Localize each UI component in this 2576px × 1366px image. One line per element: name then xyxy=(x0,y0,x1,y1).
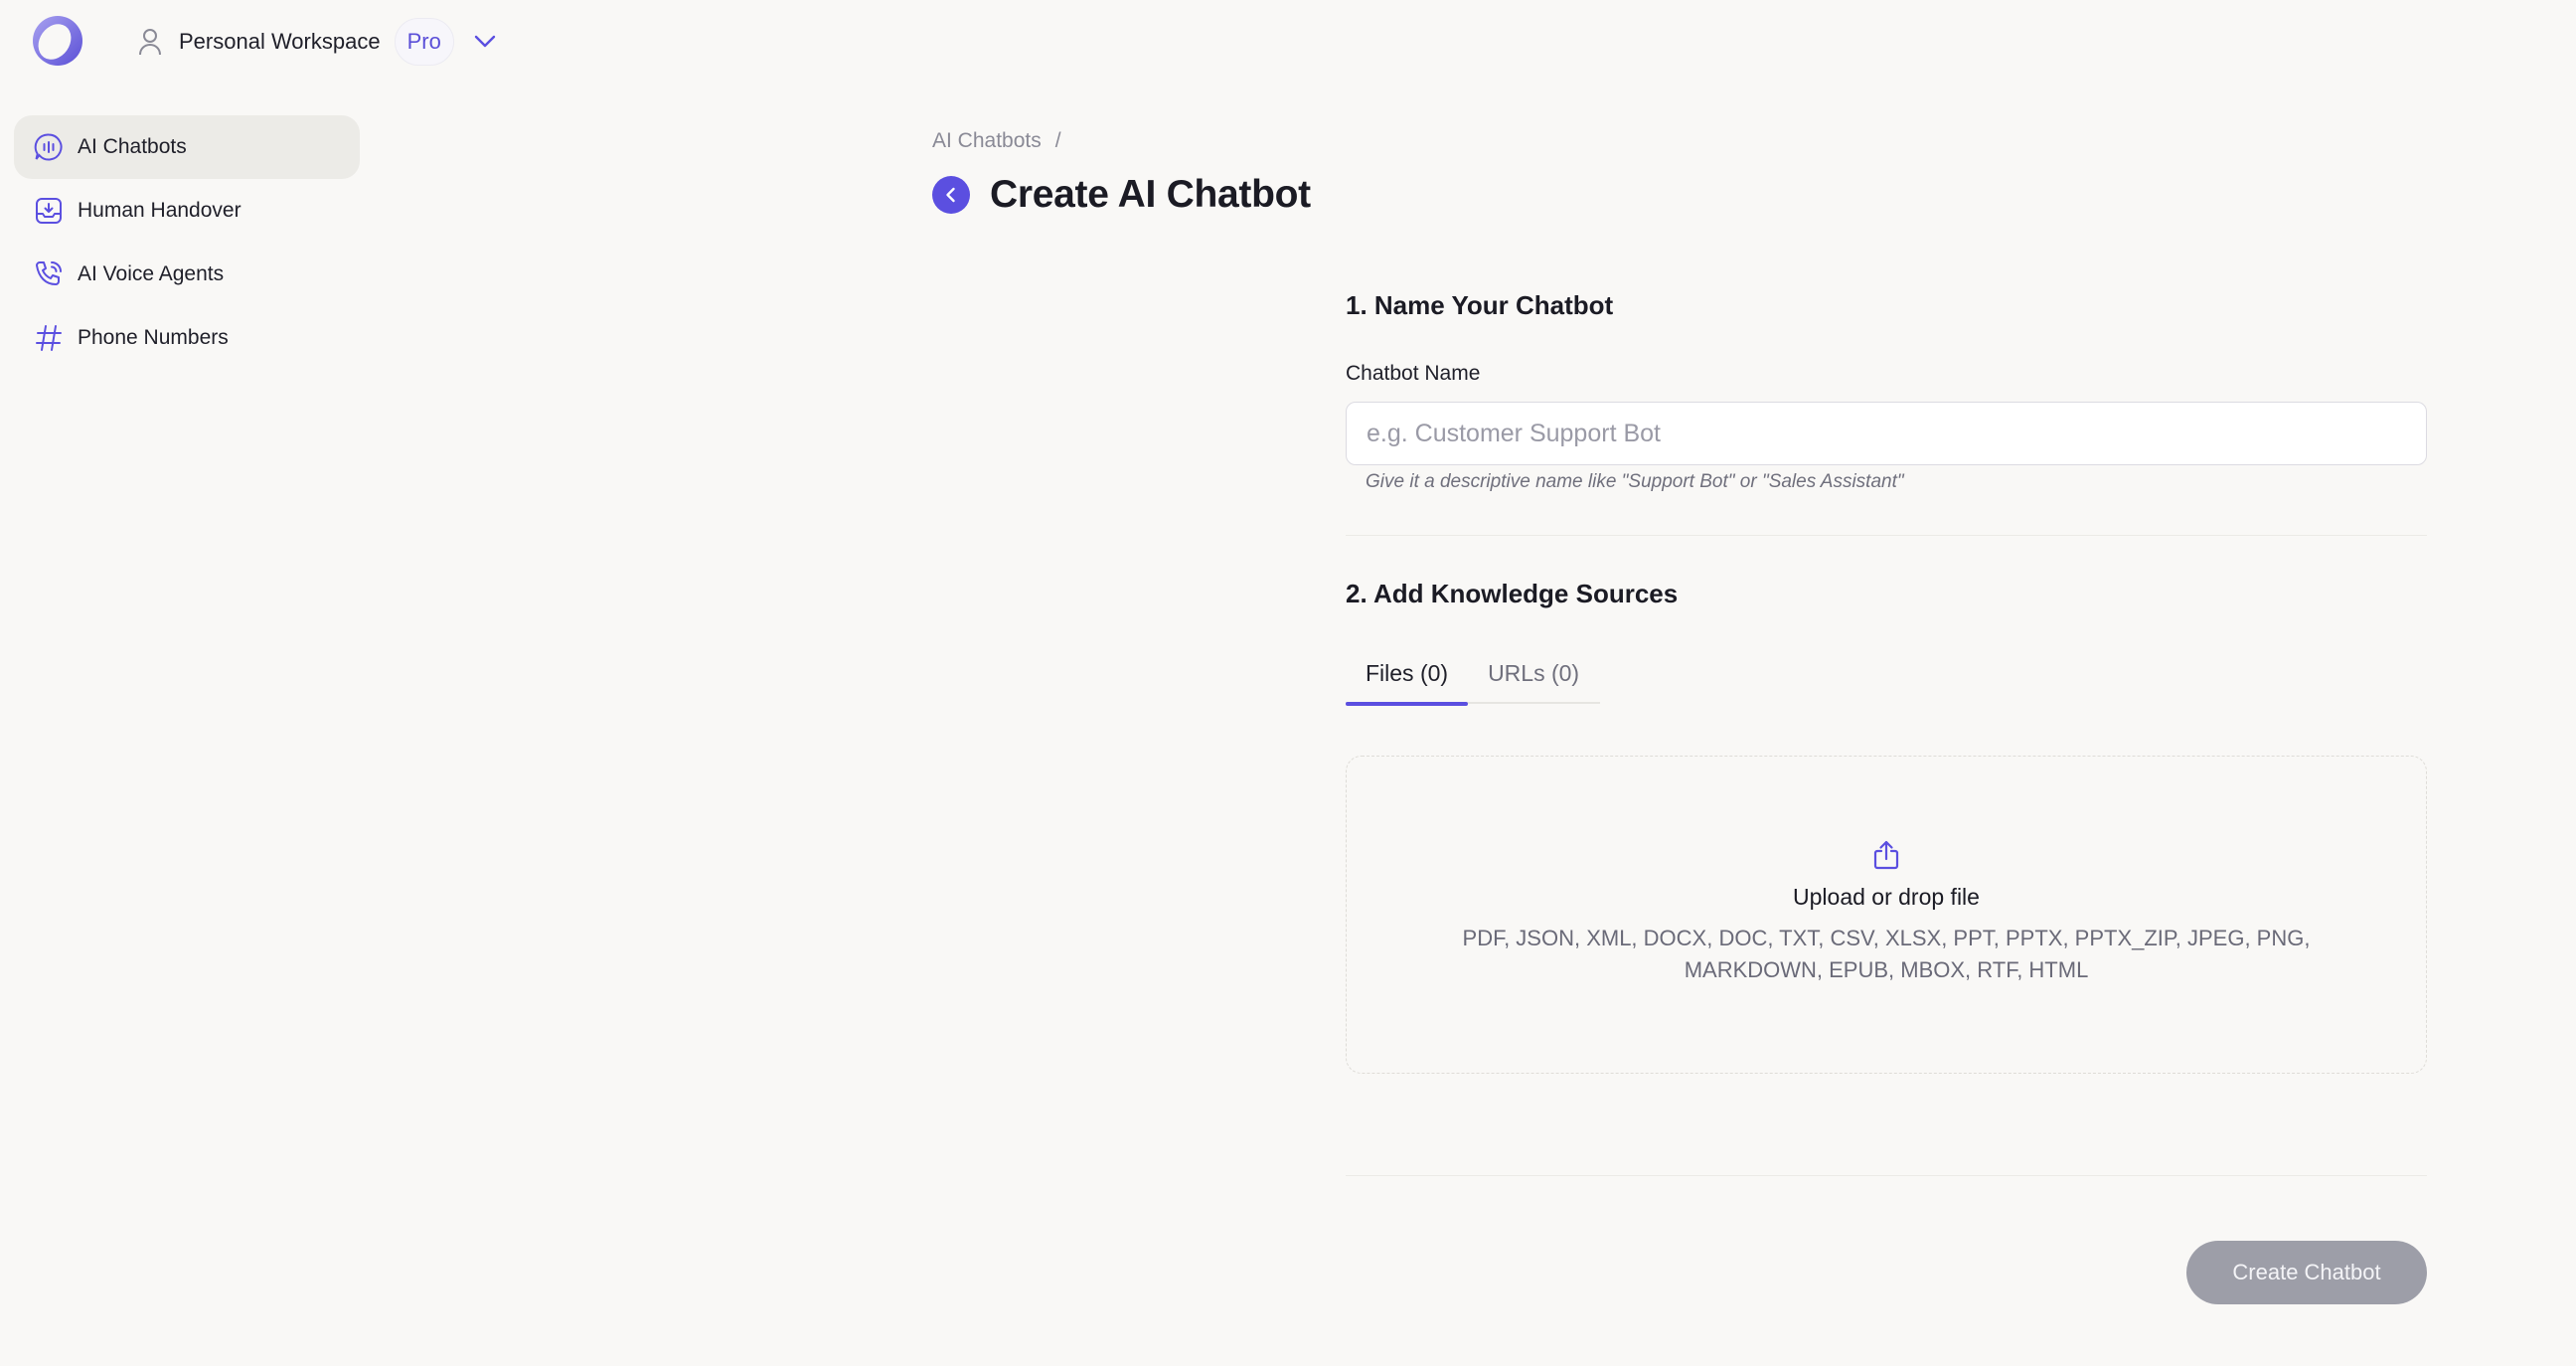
footer-divider xyxy=(1346,1175,2427,1176)
back-button[interactable] xyxy=(932,176,970,214)
hash-icon xyxy=(32,321,66,355)
page-title: Create AI Chatbot xyxy=(990,173,1311,216)
inbox-download-icon xyxy=(32,194,66,228)
breadcrumb: AI Chatbots / xyxy=(932,129,1061,153)
sidebar-item-human-handover[interactable]: Human Handover xyxy=(14,179,360,243)
chatbot-name-hint: Give it a descriptive name like "Support… xyxy=(1366,471,1904,492)
upload-icon xyxy=(1869,838,1903,872)
sidebar-item-label: AI Chatbots xyxy=(78,135,187,158)
plan-badge: Pro xyxy=(394,18,454,66)
app-logo[interactable] xyxy=(32,15,83,67)
phone-call-icon xyxy=(32,257,66,291)
sidebar-item-label: Phone Numbers xyxy=(78,326,229,349)
chevron-left-icon xyxy=(946,187,955,203)
chevron-down-icon[interactable] xyxy=(472,29,498,55)
breadcrumb-link-ai-chatbots[interactable]: AI Chatbots xyxy=(932,129,1042,153)
section-divider xyxy=(1346,535,2427,536)
knowledge-source-tabs: Files (0) URLs (0) xyxy=(1346,642,1600,706)
file-dropzone[interactable]: Upload or drop file PDF, JSON, XML, DOCX… xyxy=(1346,756,2427,1074)
sidebar-item-label: AI Voice Agents xyxy=(78,262,225,285)
upload-title: Upload or drop file xyxy=(1793,884,1980,910)
tab-files[interactable]: Files (0) xyxy=(1346,642,1469,706)
chatbot-name-input[interactable] xyxy=(1346,402,2427,465)
chatbot-icon xyxy=(32,130,66,164)
sidebar-item-ai-voice-agents[interactable]: AI Voice Agents xyxy=(14,243,360,306)
section-title-name: 1. Name Your Chatbot xyxy=(1346,290,1614,320)
sidebar-item-label: Human Handover xyxy=(78,199,242,222)
sidebar: AI Chatbots Human Handover AI Voice Agen… xyxy=(14,115,360,370)
user-icon xyxy=(135,27,165,57)
chatbot-name-label: Chatbot Name xyxy=(1346,362,1481,385)
title-row: Create AI Chatbot xyxy=(932,173,1311,217)
breadcrumb-separator: / xyxy=(1054,129,1061,152)
supported-file-types: PDF, JSON, XML, DOCX, DOC, TXT, CSV, XLS… xyxy=(1462,926,2311,982)
workspace-switcher[interactable]: Personal Workspace Pro xyxy=(135,18,498,66)
sidebar-item-ai-chatbots[interactable]: AI Chatbots xyxy=(14,115,360,179)
section-title-knowledge: 2. Add Knowledge Sources xyxy=(1346,579,1679,608)
create-chatbot-button[interactable]: Create Chatbot xyxy=(2186,1241,2427,1304)
workspace-name: Personal Workspace xyxy=(179,29,381,54)
sidebar-item-phone-numbers[interactable]: Phone Numbers xyxy=(14,306,360,370)
tab-urls[interactable]: URLs (0) xyxy=(1468,642,1599,704)
